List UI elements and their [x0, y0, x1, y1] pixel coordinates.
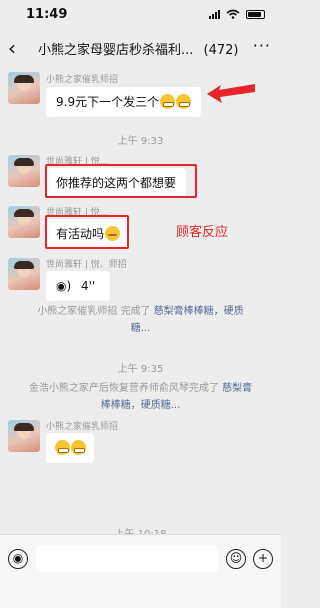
- system-notice: 金浩小熊之家产后恢复营养师俞风琴完成了 慈梨膏棒棒糖，硬质糖...: [28, 383, 253, 411]
- system-notice: 小熊之家催乳师招 完成了 慈梨膏棒棒糖，硬质糖...: [37, 306, 244, 334]
- grin-icon: [55, 440, 70, 455]
- more-options-button[interactable]: ···: [253, 36, 271, 55]
- avatar[interactable]: [8, 420, 40, 452]
- voice-wave-icon: ◉): [56, 279, 72, 293]
- member-count: (472): [203, 43, 239, 58]
- back-button[interactable]: ‹: [8, 36, 16, 60]
- grin-icon: [160, 94, 176, 109]
- sender-name: 世尚雅轩 | 悦、师招: [46, 260, 127, 270]
- avatar[interactable]: [8, 155, 40, 187]
- grin-icon: [176, 94, 192, 109]
- voice-message-bubble[interactable]: ◉) 4'': [46, 271, 110, 301]
- sender-name: 小熊之家催乳师招: [46, 422, 119, 432]
- message-text: 9.9元下一个发三个: [56, 95, 160, 109]
- highlight-box: [45, 164, 197, 198]
- grin-icon: [71, 440, 86, 455]
- status-time: 11:49: [26, 7, 68, 22]
- battery-icon: [246, 9, 265, 19]
- message-input[interactable]: [36, 546, 218, 572]
- message-bubble[interactable]: 9.9元下一个发三个: [46, 87, 202, 117]
- group-name: 小熊之家母婴店秒杀福利...: [38, 43, 194, 58]
- highlight-box: [45, 215, 129, 249]
- status-bar: 11:49: [0, 0, 281, 30]
- avatar[interactable]: [8, 258, 40, 290]
- voice-duration: 4'': [80, 279, 96, 293]
- sender-name: 小熊之家催乳师招: [46, 75, 119, 85]
- chat-header: ‹ 小熊之家母婴店秒杀福利... (472) ···: [0, 30, 281, 68]
- arrow-annotation-icon: [207, 84, 255, 103]
- timestamp: 上午 9:33: [117, 136, 164, 147]
- message-bubble[interactable]: [46, 433, 94, 463]
- chat-title: 小熊之家母婴店秒杀福利... (472): [38, 39, 239, 58]
- timestamp: 上午 9:35: [117, 364, 164, 375]
- input-bar: ◉ ☺ +: [0, 534, 281, 608]
- avatar[interactable]: [8, 206, 40, 238]
- voice-input-button[interactable]: ◉: [8, 549, 28, 569]
- cellular-signal-icon: [209, 9, 220, 19]
- annotation-label: 顾客反应: [176, 225, 229, 240]
- wifi-icon: [226, 9, 240, 19]
- avatar[interactable]: [8, 72, 40, 104]
- status-icons: [209, 9, 265, 19]
- emoji-button[interactable]: ☺: [226, 549, 246, 569]
- plus-button[interactable]: +: [253, 549, 273, 569]
